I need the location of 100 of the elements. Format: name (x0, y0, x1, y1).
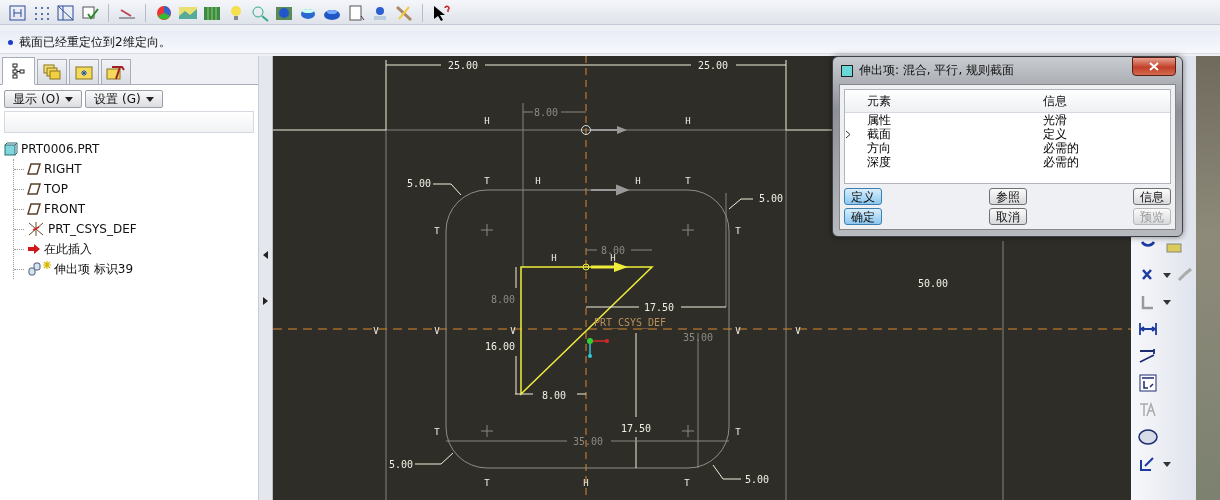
striped-panel-icon[interactable] (202, 4, 222, 22)
close-icon (1149, 62, 1159, 71)
constraint-label: H (583, 478, 589, 488)
folders-icon (43, 64, 61, 80)
cube-icon (4, 142, 18, 156)
dimension-value[interactable]: 35.00 (572, 436, 604, 447)
help-pointer-icon[interactable] (431, 4, 451, 22)
info-cell-text: 必需的 (1043, 155, 1080, 169)
column-header: 元素 (867, 92, 892, 110)
constraint-icon[interactable] (1137, 373, 1159, 393)
element-cell[interactable]: 方向 (867, 141, 1043, 155)
dimension-value[interactable]: 8.00 (490, 294, 516, 305)
arrow-icon (27, 243, 41, 255)
page-icon[interactable] (346, 4, 366, 22)
dialog-button[interactable]: 取消 (988, 208, 1027, 225)
dimension-value[interactable]: 25.00 (447, 60, 479, 71)
tools-icon[interactable] (394, 4, 414, 22)
tree-item[interactable]: 伸出项 标识39 (54, 260, 134, 278)
constraint-label: T (434, 226, 440, 236)
constraint-label: T (735, 226, 741, 236)
asterisk-icon (43, 261, 51, 269)
constraint-label: V (434, 326, 440, 336)
window-icon (841, 64, 853, 77)
dimension-value[interactable]: 35.00 (682, 332, 714, 343)
constraint-label: H (610, 253, 616, 263)
constraint-label: T (484, 176, 490, 186)
caret-icon[interactable] (1163, 299, 1171, 305)
dialog-title: 伸出项: 混合, 平行, 规则截面 (859, 62, 1016, 79)
bullet-icon (8, 39, 13, 45)
collapse-left-icon[interactable] (263, 251, 268, 259)
caret-icon (64, 96, 73, 102)
info-cell-text: 定义 (1043, 127, 1068, 141)
dialog-button[interactable]: 信息 (1133, 188, 1171, 205)
column-header: 信息 (1043, 92, 1068, 110)
element-cell[interactable]: 属性 (867, 113, 1043, 127)
grid-diagonal-icon[interactable] (56, 4, 76, 22)
tree-item[interactable]: PRT0006.PRT (21, 142, 100, 156)
constraint-label: V (373, 326, 379, 336)
dimension-value[interactable]: 25.00 (697, 60, 729, 71)
dropdown-button[interactable]: 设置 (G) (85, 90, 163, 108)
dimension-value[interactable]: 17.50 (620, 423, 652, 434)
dimension-value[interactable]: 16.00 (484, 341, 516, 352)
constraint-label: T (484, 478, 490, 488)
tree-item[interactable]: PRT_CSYS_DEF (48, 222, 137, 236)
constraint-label: T (684, 478, 690, 488)
plane-icon (27, 203, 41, 215)
dropdown-button[interactable]: 显示 (O) (4, 90, 82, 108)
caret-icon[interactable] (1163, 272, 1171, 278)
dimension-value[interactable]: 8.00 (533, 107, 559, 118)
tree-item[interactable]: FRONT (44, 202, 85, 216)
dimension-value[interactable]: 5.00 (758, 193, 784, 204)
dimension-value[interactable]: 5.00 (388, 459, 414, 470)
star-folder-icon (75, 64, 93, 80)
dotted-grid-icon[interactable] (32, 4, 52, 22)
coordinate-system-icon (27, 221, 45, 237)
element-cell[interactable]: 截面 (867, 127, 1043, 141)
sketch-view-icon[interactable] (8, 4, 28, 22)
navigator-tab[interactable] (2, 57, 35, 85)
constraint-label: V (795, 326, 801, 336)
box-check-icon[interactable] (80, 4, 100, 22)
dimension-value[interactable]: 5.00 (744, 474, 770, 485)
direction-arrow-icon (590, 185, 630, 195)
constraint-label: H (635, 176, 641, 186)
plane-icon (27, 163, 41, 175)
coordinate-system-icon (587, 338, 609, 358)
expand-right-icon[interactable] (263, 297, 268, 305)
tree-item[interactable]: TOP (44, 182, 68, 196)
caret-icon[interactable] (1163, 461, 1171, 467)
dialog-button[interactable]: 确定 (844, 208, 882, 225)
csys-label: PRT_CSYS_DEF (593, 317, 667, 328)
folder-hammer-icon (106, 64, 126, 80)
dimension-value[interactable]: 8.00 (541, 390, 567, 401)
constraint-label: H (551, 253, 557, 263)
navigator-tab[interactable] (101, 59, 131, 84)
dimension-value[interactable]: 5.00 (406, 178, 432, 189)
info-cell-text: 必需的 (1043, 141, 1080, 155)
direction-arrow-icon (581, 125, 627, 135)
info-cell-text: 光滑 (1043, 113, 1068, 127)
constraint-label: H (685, 116, 691, 126)
constraint-label: T (685, 176, 691, 186)
constraint-label: T (735, 427, 741, 437)
color-wheel-icon[interactable] (154, 4, 174, 22)
dimension-value[interactable]: 50.00 (917, 278, 949, 289)
dialog-button[interactable]: 定义 (844, 188, 882, 205)
plane-icon (27, 183, 41, 195)
dimension-value[interactable]: 17.50 (643, 302, 675, 313)
extrusion-icon (27, 261, 43, 277)
element-cell[interactable]: 深度 (867, 155, 1043, 169)
constraint-label: V (735, 326, 741, 336)
constraint-label: H (484, 116, 490, 126)
tree-item[interactable]: 在此插入 (44, 240, 92, 258)
caret-icon (145, 96, 154, 102)
dialog-button[interactable]: 参照 (988, 188, 1027, 205)
tree-item[interactable]: RIGHT (44, 162, 82, 176)
status-message: 截面已经重定位到2维定向。 (19, 33, 171, 51)
constraint-label: H (535, 176, 541, 186)
constraint-label: V (510, 326, 516, 336)
constraint-label: T (434, 427, 440, 437)
close-button[interactable] (1132, 57, 1176, 76)
tree-structure-icon (11, 63, 26, 79)
